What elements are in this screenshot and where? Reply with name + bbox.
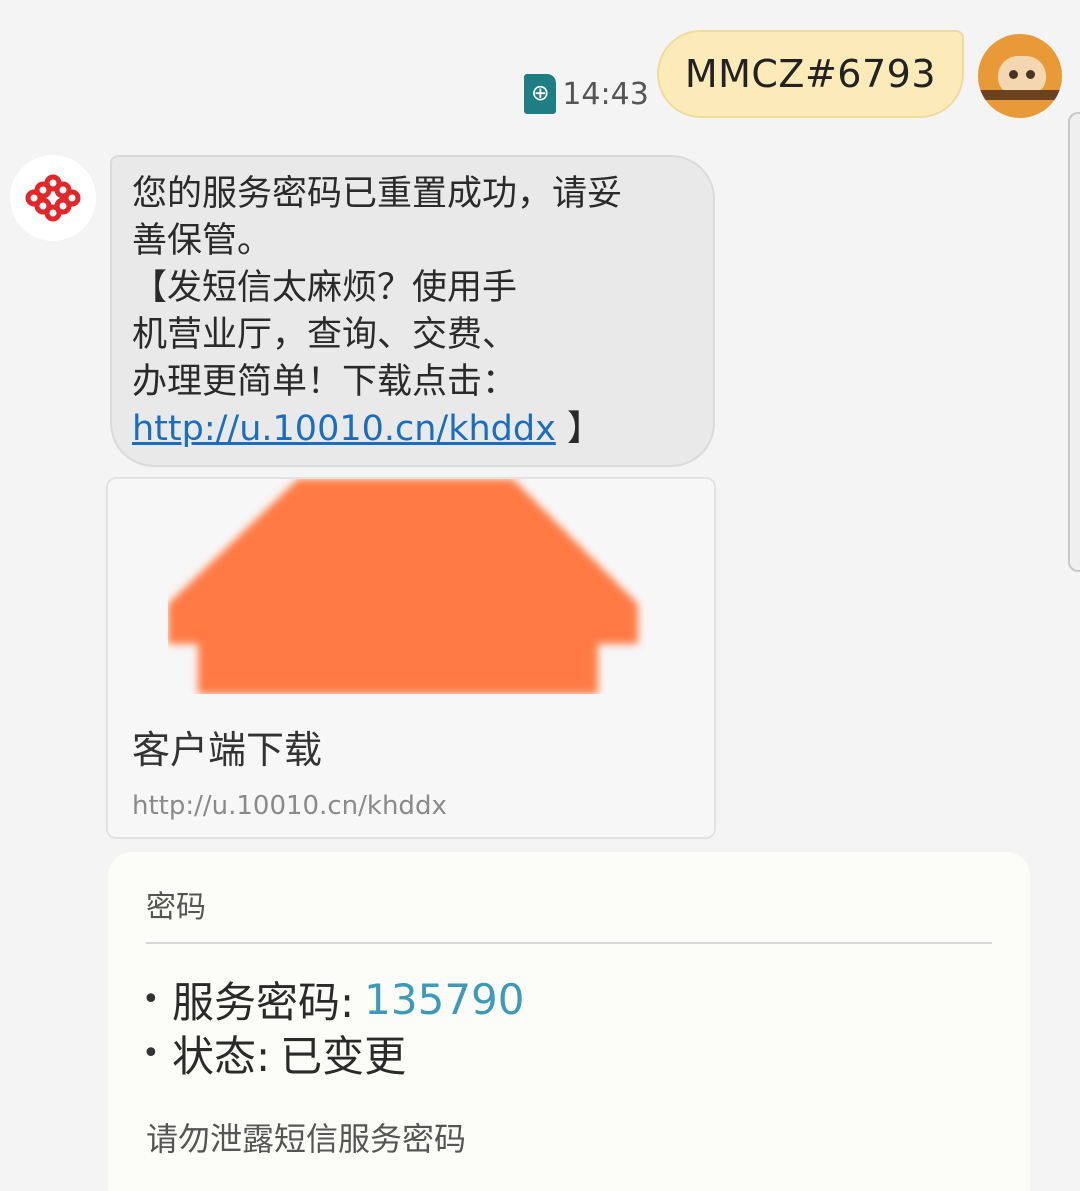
card-title: 密码 bbox=[146, 890, 206, 925]
preview-title: 客户端下载 bbox=[132, 728, 323, 772]
item-label: 状态: bbox=[172, 1031, 271, 1081]
message-link-line: http://u.10010.cn/khddx 】 bbox=[132, 406, 693, 453]
outgoing-meta: ⊕ 14:43 bbox=[524, 74, 649, 114]
card-note: 请勿泄露短信服务密码 bbox=[146, 1120, 467, 1158]
conversation-screen: ⊕ 14:43 MMCZ#6793 您的服务密码已重置成功，请妥 善保管。 【发… bbox=[0, 0, 1080, 1191]
message-line: 您的服务密码已重置成功，请妥 bbox=[132, 174, 623, 214]
message-time: 14:43 bbox=[562, 76, 649, 112]
house-icon bbox=[168, 479, 638, 694]
link-suffix: 】 bbox=[555, 409, 602, 449]
incoming-bubble[interactable]: 您的服务密码已重置成功，请妥 善保管。 【发短信太麻烦？使用手 机营业厅，查询、… bbox=[110, 155, 715, 467]
link-preview-card[interactable]: 客户端下载 http://u.10010.cn/khddx bbox=[106, 477, 716, 839]
status-value: 已变更 bbox=[280, 1031, 407, 1081]
knot-logo-icon bbox=[25, 174, 81, 222]
preview-url: http://u.10010.cn/khddx bbox=[132, 791, 447, 821]
password-value[interactable]: 135790 bbox=[364, 975, 524, 1024]
scrollbar[interactable] bbox=[1068, 112, 1080, 572]
outgoing-bubble[interactable]: MMCZ#6793 bbox=[656, 30, 964, 118]
message-line: 【发短信太麻烦？使用手 bbox=[132, 268, 518, 308]
list-item: • 服务密码: 135790 bbox=[142, 972, 525, 1027]
sender-avatar[interactable] bbox=[10, 155, 96, 241]
globe-icon: ⊕ bbox=[524, 74, 557, 114]
my-avatar[interactable] bbox=[978, 34, 1062, 118]
password-info-card: 密码 • 服务密码: 135790 • 状态: 已变更 请勿泄露短信服务密码 bbox=[108, 852, 1030, 1191]
message-link[interactable]: http://u.10010.cn/khddx bbox=[132, 409, 556, 449]
bullet: • bbox=[142, 981, 160, 1017]
message-line: 善保管。 bbox=[132, 221, 273, 261]
bullet: • bbox=[142, 1035, 160, 1071]
item-label: 服务密码: bbox=[172, 977, 355, 1027]
message-line: 机营业厅，查询、交费、 bbox=[132, 315, 518, 355]
divider bbox=[146, 942, 992, 944]
outgoing-message-row: ⊕ 14:43 MMCZ#6793 bbox=[524, 30, 1062, 118]
message-line: 办理更简单！下载点击： bbox=[132, 362, 518, 402]
card-list: • 服务密码: 135790 • 状态: 已变更 bbox=[142, 972, 525, 1081]
list-item: • 状态: 已变更 bbox=[142, 1026, 525, 1081]
sloth-face bbox=[998, 56, 1046, 94]
